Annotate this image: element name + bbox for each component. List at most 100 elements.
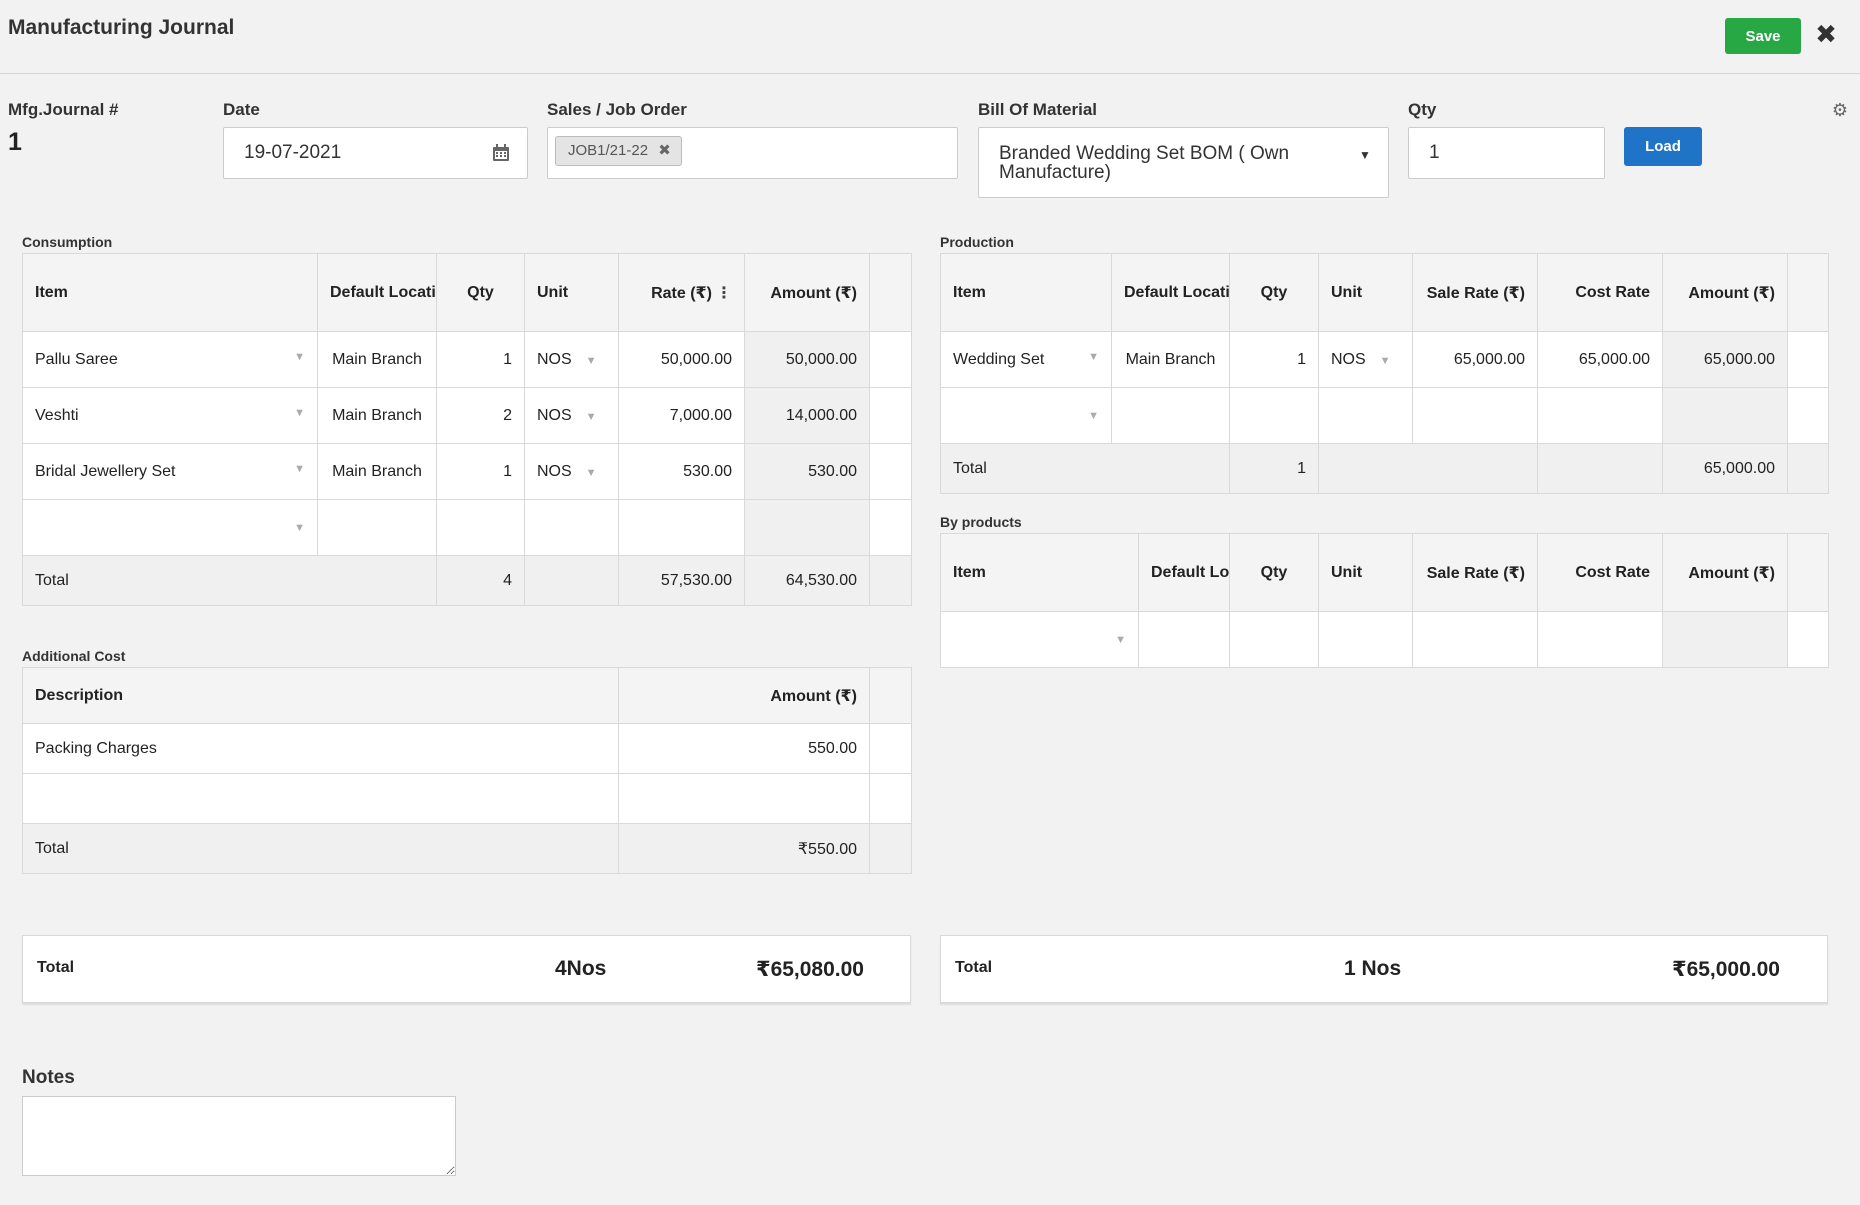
col-header-amount: Amount (₹): [744, 253, 870, 332]
amount-cell[interactable]: 550.00: [618, 723, 870, 774]
row-action-cell: [869, 387, 912, 444]
row-action-cell: [869, 723, 912, 774]
item-select[interactable]: Pallu Saree ▼: [22, 331, 318, 388]
rate-cell[interactable]: 530.00: [618, 443, 745, 500]
unit-select[interactable]: NOS ▼: [1318, 331, 1413, 388]
rate-cell[interactable]: 7,000.00: [618, 387, 745, 444]
qty-cell[interactable]: [436, 499, 525, 556]
col-header-action: [869, 667, 912, 724]
row-action-cell: [869, 331, 912, 388]
qty-cell[interactable]: 1: [436, 331, 525, 388]
total-amount: ₹550.00: [618, 823, 870, 874]
table-row: Bridal Jewellery Set ▼ Main Branch 1 NOS ▼…: [22, 443, 912, 500]
row-action-cell: [1787, 387, 1829, 444]
calendar-icon[interactable]: [492, 144, 510, 162]
location-cell[interactable]: [1111, 387, 1230, 444]
bom-select[interactable]: Branded Wedding Set BOM ( Own Manufactur…: [978, 127, 1389, 198]
additional-cost-title: Additional Cost: [22, 648, 126, 664]
notes-label: Notes: [22, 1067, 75, 1088]
chevron-down-icon: ▼: [294, 521, 305, 534]
rate-cell[interactable]: 50,000.00: [618, 331, 745, 388]
item-select[interactable]: Wedding Set ▼: [940, 331, 1112, 388]
gear-icon[interactable]: ⚙: [1830, 100, 1850, 120]
qty-input[interactable]: 1: [1408, 127, 1605, 179]
notes-textarea[interactable]: [22, 1096, 456, 1176]
unit-select[interactable]: NOS ▼: [524, 331, 619, 388]
production-title: Production: [940, 234, 1014, 250]
cost-rate-cell[interactable]: [1537, 387, 1663, 444]
item-select[interactable]: Veshti ▼: [22, 387, 318, 444]
col-header-qty: Qty: [1229, 533, 1319, 612]
empty-row: ▼: [940, 387, 1829, 444]
summary-label: Total: [37, 959, 75, 976]
sales-order-field[interactable]: JOB1/21-22 ✖: [547, 127, 958, 179]
total-row: Total 1 65,000.00: [940, 443, 1829, 494]
amount-cell[interactable]: [618, 773, 870, 824]
summary-amount: ₹65,080.00: [755, 958, 864, 981]
col-header-action: [869, 253, 912, 332]
sales-order-label: Sales / Job Order: [547, 100, 687, 119]
cost-rate-cell[interactable]: [1537, 611, 1663, 668]
sale-rate-cell[interactable]: [1412, 611, 1538, 668]
total-cost-cell: [1537, 443, 1663, 494]
qty-cell[interactable]: [1229, 387, 1319, 444]
date-value: 19-07-2021: [244, 142, 342, 163]
sales-order-tag-label: JOB1/21-22: [568, 142, 649, 159]
date-field[interactable]: 19-07-2021: [223, 127, 528, 179]
unit-select[interactable]: [524, 499, 619, 556]
qty-cell[interactable]: [1229, 611, 1319, 668]
item-select[interactable]: Bridal Jewellery Set ▼: [22, 443, 318, 500]
more-options-icon[interactable]: ⋮: [716, 285, 732, 302]
item-select[interactable]: ▼: [940, 611, 1139, 668]
load-button[interactable]: Load: [1624, 127, 1702, 166]
close-icon[interactable]: ✖: [1812, 19, 1840, 49]
remove-tag-icon[interactable]: ✖: [658, 142, 671, 159]
production-summary: Total 1 Nos ₹65,000.00: [940, 935, 1828, 1003]
location-cell[interactable]: Main Branch: [317, 443, 437, 500]
amount-cell: 14,000.00: [744, 387, 870, 444]
unit-select[interactable]: NOS ▼: [524, 387, 619, 444]
total-rate: 57,530.00: [618, 555, 745, 606]
empty-row: ▼: [940, 611, 1829, 668]
sale-rate-cell[interactable]: [1412, 387, 1538, 444]
col-header-rate-label: Rate (₹): [651, 284, 712, 302]
chevron-down-icon: ▼: [1088, 350, 1099, 363]
col-header-qty: Qty: [436, 253, 525, 332]
chevron-down-icon: ▼: [585, 410, 597, 423]
cost-rate-cell[interactable]: 65,000.00: [1537, 331, 1663, 388]
chevron-down-icon: ▼: [294, 406, 305, 419]
qty-cell[interactable]: 1: [436, 443, 525, 500]
location-cell[interactable]: Main Branch: [317, 331, 437, 388]
location-cell[interactable]: [317, 499, 437, 556]
qty-cell[interactable]: 1: [1229, 331, 1319, 388]
item-name: Bridal Jewellery Set: [35, 462, 176, 480]
unit-select[interactable]: [1318, 387, 1413, 444]
description-cell[interactable]: [22, 773, 619, 824]
summary-amount: ₹65,000.00: [1671, 958, 1780, 981]
col-header-location: Default Location: [1111, 253, 1230, 332]
col-header-rate[interactable]: Rate (₹) ⋮: [618, 253, 745, 332]
col-header-item: Item: [22, 253, 318, 332]
total-unit-cell: [524, 555, 619, 606]
chevron-down-icon: ▼: [1115, 633, 1126, 646]
summary-qty: 4Nos: [555, 957, 607, 980]
unit-select[interactable]: NOS ▼: [524, 443, 619, 500]
chevron-down-icon: ▼: [585, 466, 597, 479]
amount-cell: [744, 499, 870, 556]
location-cell[interactable]: Main Branch: [317, 387, 437, 444]
item-select[interactable]: ▼: [22, 499, 318, 556]
location-cell[interactable]: [1138, 611, 1230, 668]
sale-rate-cell[interactable]: 65,000.00: [1412, 331, 1538, 388]
row-action-cell: [869, 443, 912, 500]
description-cell[interactable]: Packing Charges: [22, 723, 619, 774]
location-cell[interactable]: Main Branch: [1111, 331, 1230, 388]
save-button[interactable]: Save: [1725, 18, 1801, 54]
rate-cell[interactable]: [618, 499, 745, 556]
col-header-action: [1787, 253, 1829, 332]
qty-label: Qty: [1408, 100, 1437, 119]
unit-select[interactable]: [1318, 611, 1413, 668]
qty-cell[interactable]: 2: [436, 387, 525, 444]
amount-cell: [1662, 611, 1788, 668]
item-select[interactable]: ▼: [940, 387, 1112, 444]
amount-cell: 50,000.00: [744, 331, 870, 388]
